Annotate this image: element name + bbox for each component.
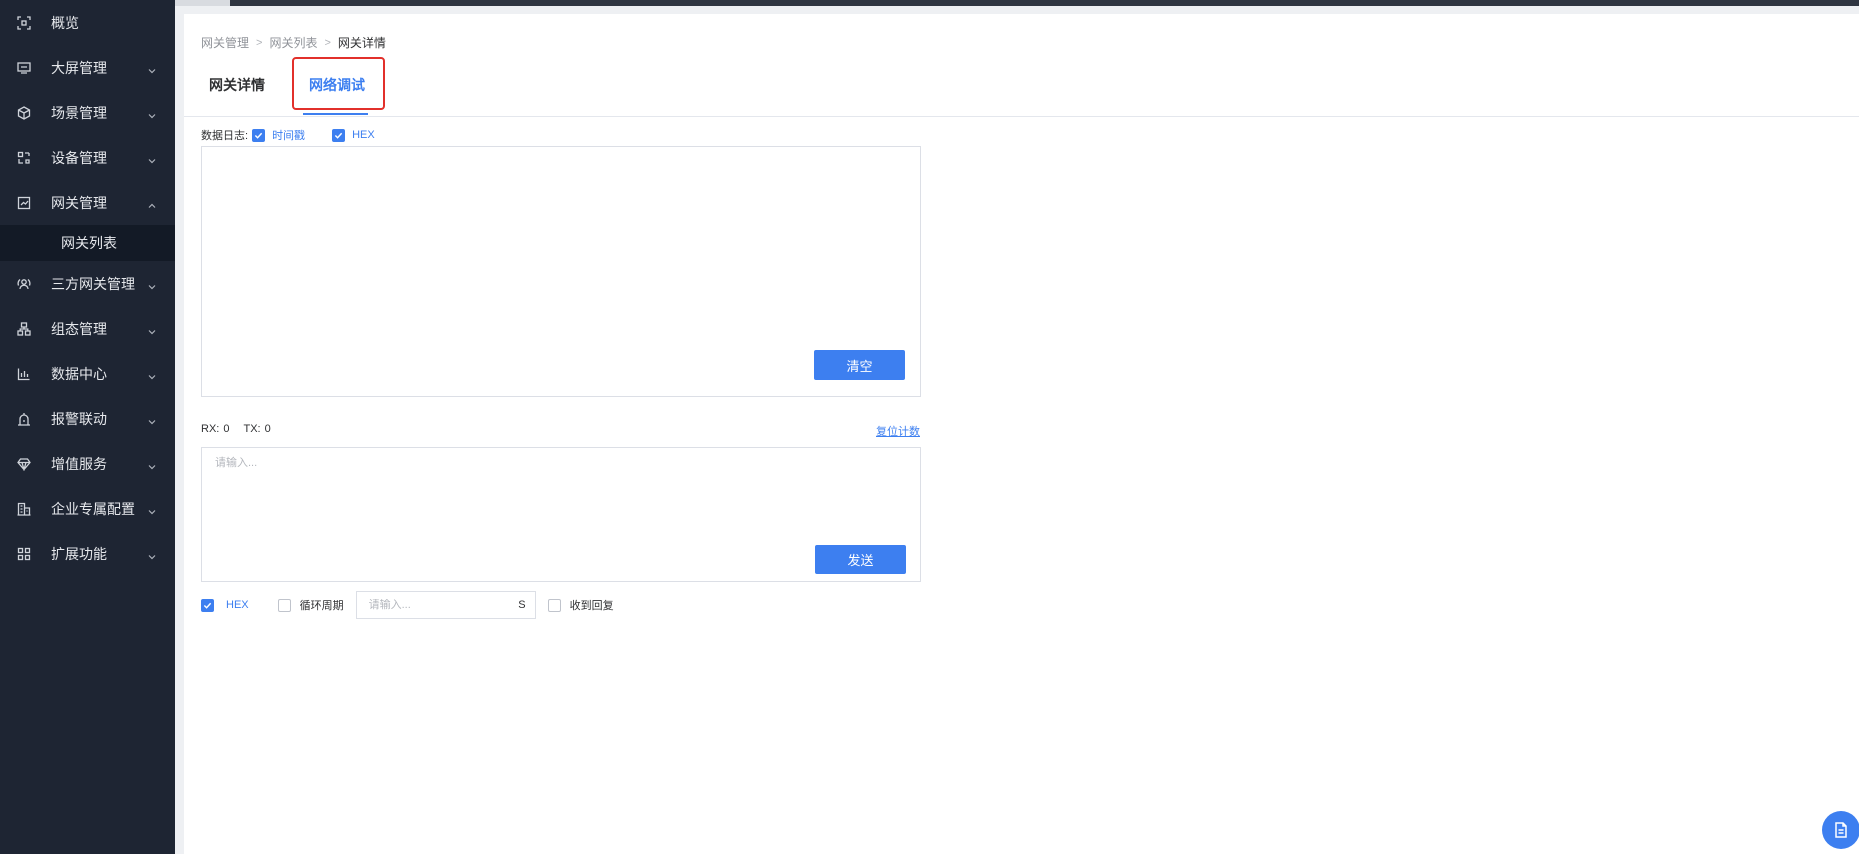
check-icon (254, 132, 263, 139)
user-group-icon (17, 277, 31, 291)
bar-chart-icon (17, 367, 31, 381)
tab-bar: 网关详情 网络调试 (184, 72, 1859, 117)
sidebar-subitem-gateway-list[interactable]: 网关列表 (0, 225, 175, 261)
diamond-icon (17, 457, 31, 471)
tx-value: 0 (264, 423, 271, 435)
chevron-down-icon (147, 504, 157, 514)
breadcrumb-item[interactable]: 网关列表 (269, 34, 317, 51)
floating-doc-button[interactable] (1822, 811, 1859, 849)
breadcrumb-current: 网关详情 (337, 36, 386, 50)
send-button[interactable]: 发送 (815, 545, 906, 574)
chevron-right-icon: > (256, 36, 263, 49)
chevron-up-icon (147, 198, 157, 208)
data-log-area[interactable]: 清空 (201, 146, 921, 397)
send-input[interactable] (202, 448, 920, 538)
receive-reply-checkbox[interactable] (547, 598, 561, 612)
log-hex-checkbox[interactable] (332, 128, 346, 142)
check-icon (334, 132, 343, 139)
timestamp-label[interactable]: 时间戳 (272, 127, 305, 143)
send-options: HEX 循环周期 S 收到回复 (201, 591, 614, 619)
chevron-down-icon (147, 369, 157, 379)
chevron-down-icon (147, 108, 157, 118)
breadcrumb: 网关管理 > 网关列表 > 网关详情 (201, 34, 386, 51)
cycle-label[interactable]: 循环周期 (300, 597, 344, 613)
chevron-down-icon (147, 279, 157, 289)
sidebar-item-device[interactable]: 设备管理 (0, 135, 175, 180)
sidebar-item-label: 场景管理 (51, 104, 107, 121)
sidebar-item-value-added[interactable]: 增值服务 (0, 441, 175, 486)
sidebar-item-label: 大屏管理 (51, 59, 107, 76)
traffic-stats: RX: 0 TX: 0 (201, 423, 275, 435)
sidebar-item-label: 扩展功能 (51, 545, 107, 562)
chart-box-icon (17, 196, 31, 210)
sidebar: 概览 大屏管理 场景管理 设备管理 网关管理 网关列表 三方网关管理 组态管理 … (0, 0, 175, 854)
chevron-down-icon (147, 414, 157, 424)
reset-count-link[interactable]: 复位计数 (876, 423, 920, 439)
sidebar-item-label: 设备管理 (51, 149, 107, 166)
sidebar-item-screen[interactable]: 大屏管理 (0, 45, 175, 90)
sidebar-item-label: 组态管理 (51, 320, 107, 337)
data-log-label: 数据日志: (201, 130, 249, 142)
top-strip-light (175, 0, 230, 6)
monitor-icon (17, 61, 31, 75)
sidebar-item-label: 企业专属配置 (51, 500, 135, 517)
device-grid-icon (17, 151, 31, 165)
sidebar-item-label: 概览 (51, 14, 79, 31)
tab-gateway-details[interactable]: 网关详情 (209, 72, 265, 117)
cycle-unit: S (518, 599, 526, 611)
tx-label: TX: (243, 423, 261, 435)
chevron-right-icon: > (324, 36, 331, 49)
alarm-icon (17, 412, 31, 426)
rx-label: RX: (201, 423, 220, 435)
send-hex-checkbox[interactable] (201, 598, 214, 612)
sidebar-item-overview[interactable]: 概览 (0, 0, 175, 45)
chevron-down-icon (147, 324, 157, 334)
send-hex-label[interactable]: HEX (226, 599, 249, 611)
receive-reply-label[interactable]: 收到回复 (570, 597, 614, 613)
send-area: 发送 (201, 447, 921, 582)
top-strip-dark (230, 0, 1859, 6)
sidebar-item-configuration[interactable]: 组态管理 (0, 306, 175, 351)
chevron-down-icon (147, 63, 157, 73)
sidebar-item-gateway[interactable]: 网关管理 (0, 180, 175, 225)
hierarchy-icon (17, 321, 31, 336)
cycle-period-input: S (355, 591, 536, 619)
cycle-checkbox[interactable] (277, 598, 291, 612)
sidebar-item-third-party-gateway[interactable]: 三方网关管理 (0, 261, 175, 306)
chevron-down-icon (147, 459, 157, 469)
sidebar-item-scene[interactable]: 场景管理 (0, 90, 175, 135)
cycle-period-field[interactable] (368, 599, 509, 611)
sidebar-item-label: 网关管理 (51, 194, 107, 211)
sidebar-subitem-label: 网关列表 (61, 235, 117, 251)
sidebar-item-label: 三方网关管理 (51, 275, 135, 292)
sidebar-item-data-center[interactable]: 数据中心 (0, 351, 175, 396)
document-icon (1835, 822, 1847, 838)
check-icon (203, 602, 212, 609)
rx-value: 0 (223, 423, 230, 435)
chevron-down-icon (147, 153, 157, 163)
scan-icon (17, 15, 31, 30)
clear-button[interactable]: 清空 (814, 350, 905, 380)
log-hex-label[interactable]: HEX (352, 129, 375, 141)
breadcrumb-item[interactable]: 网关管理 (201, 34, 249, 51)
timestamp-checkbox[interactable] (252, 128, 266, 142)
sidebar-item-label: 报警联动 (51, 410, 107, 427)
building-icon (17, 502, 31, 516)
sidebar-item-label: 增值服务 (51, 455, 107, 472)
apps-icon (17, 547, 31, 561)
highlight-annotation-box (292, 57, 385, 110)
sidebar-item-enterprise[interactable]: 企业专属配置 (0, 486, 175, 531)
main-content: 网关管理 > 网关列表 > 网关详情 网关详情 网络调试 数据日志: 时间戳 H… (184, 14, 1859, 854)
sidebar-item-alarm[interactable]: 报警联动 (0, 396, 175, 441)
log-options: 数据日志: 时间戳 HEX (201, 127, 375, 143)
sidebar-item-extensions[interactable]: 扩展功能 (0, 531, 175, 576)
active-tab-indicator (303, 113, 368, 115)
sidebar-item-label: 数据中心 (51, 365, 107, 382)
cube-icon (17, 105, 31, 120)
chevron-down-icon (147, 549, 157, 559)
